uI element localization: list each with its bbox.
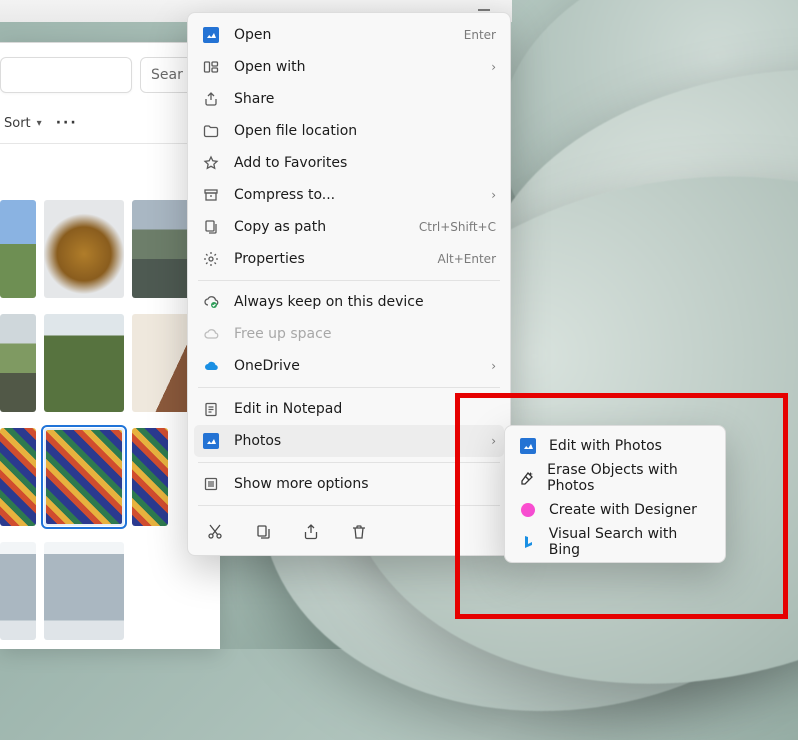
menu-item-edit-in-notepad[interactable]: Edit in Notepad bbox=[194, 393, 504, 425]
menu-label: Photos bbox=[234, 433, 477, 449]
menu-separator bbox=[198, 387, 500, 388]
menu-accelerator: Ctrl+Shift+C bbox=[419, 220, 496, 234]
image-thumbnail[interactable] bbox=[132, 428, 168, 526]
photos-app-icon bbox=[202, 432, 220, 450]
menu-item-open-with[interactable]: Open with › bbox=[194, 51, 504, 83]
chevron-right-icon: › bbox=[491, 188, 496, 202]
cloud-icon bbox=[202, 325, 220, 343]
image-thumbnail[interactable] bbox=[0, 542, 36, 640]
menu-item-photos[interactable]: Photos › bbox=[194, 425, 504, 457]
submenu-label: Erase Objects with Photos bbox=[547, 462, 711, 494]
properties-icon bbox=[202, 250, 220, 268]
menu-label: Add to Favorites bbox=[234, 155, 496, 171]
image-thumbnail[interactable] bbox=[44, 542, 124, 640]
menu-label: Always keep on this device bbox=[234, 294, 496, 310]
menu-accelerator: Alt+Enter bbox=[437, 252, 496, 266]
menu-item-properties[interactable]: Properties Alt+Enter bbox=[194, 243, 504, 275]
more-button[interactable]: ··· bbox=[56, 115, 78, 131]
menu-item-share[interactable]: Share bbox=[194, 83, 504, 115]
menu-separator bbox=[198, 462, 500, 463]
address-bar[interactable] bbox=[0, 57, 132, 93]
open-with-icon bbox=[202, 58, 220, 76]
menu-label: Edit in Notepad bbox=[234, 401, 496, 417]
share-button[interactable] bbox=[298, 519, 324, 545]
menu-label: Copy as path bbox=[234, 219, 405, 235]
sort-button[interactable]: Sort ▾ bbox=[4, 116, 42, 131]
more-options-icon bbox=[202, 475, 220, 493]
menu-separator bbox=[198, 505, 500, 506]
delete-button[interactable] bbox=[346, 519, 372, 545]
submenu-item-visual-search-bing[interactable]: Visual Search with Bing bbox=[509, 526, 721, 558]
submenu-label: Create with Designer bbox=[549, 502, 697, 518]
menu-separator bbox=[198, 280, 500, 281]
menu-item-compress-to[interactable]: Compress to... › bbox=[194, 179, 504, 211]
chevron-right-icon: › bbox=[491, 359, 496, 373]
copy-button[interactable] bbox=[250, 519, 276, 545]
chevron-right-icon: › bbox=[491, 434, 496, 448]
image-thumbnail[interactable] bbox=[44, 200, 124, 298]
image-thumbnail[interactable] bbox=[0, 428, 36, 526]
submenu-label: Visual Search with Bing bbox=[549, 526, 711, 558]
star-icon bbox=[202, 154, 220, 172]
copy-path-icon bbox=[202, 218, 220, 236]
menu-label: Open with bbox=[234, 59, 477, 75]
minimize-button[interactable] bbox=[478, 9, 490, 11]
submenu-item-erase-objects[interactable]: Erase Objects with Photos bbox=[509, 462, 721, 494]
image-thumbnail[interactable] bbox=[0, 314, 36, 412]
menu-label: Show more options bbox=[234, 476, 496, 492]
menu-label: OneDrive bbox=[234, 358, 477, 374]
sort-label: Sort bbox=[4, 116, 31, 131]
context-menu-action-row bbox=[194, 511, 504, 549]
menu-item-free-up-space: Free up space bbox=[194, 318, 504, 350]
menu-label: Share bbox=[234, 91, 496, 107]
archive-icon bbox=[202, 186, 220, 204]
image-thumbnail[interactable] bbox=[0, 200, 36, 298]
cut-button[interactable] bbox=[202, 519, 228, 545]
submenu-label: Edit with Photos bbox=[549, 438, 662, 454]
photos-submenu: Edit with Photos Erase Objects with Phot… bbox=[504, 425, 726, 563]
menu-label: Free up space bbox=[234, 326, 496, 342]
menu-accelerator: Enter bbox=[464, 28, 496, 42]
menu-item-open-file-location[interactable]: Open file location bbox=[194, 115, 504, 147]
menu-label: Properties bbox=[234, 251, 423, 267]
bing-icon bbox=[519, 533, 537, 551]
eraser-icon bbox=[519, 469, 535, 487]
menu-item-add-to-favorites[interactable]: Add to Favorites bbox=[194, 147, 504, 179]
chevron-down-icon: ▾ bbox=[37, 118, 42, 129]
photos-app-icon bbox=[202, 26, 220, 44]
menu-label: Open bbox=[234, 27, 450, 43]
onedrive-icon bbox=[202, 357, 220, 375]
menu-item-copy-as-path[interactable]: Copy as path Ctrl+Shift+C bbox=[194, 211, 504, 243]
designer-icon bbox=[519, 501, 537, 519]
image-thumbnail[interactable] bbox=[44, 314, 124, 412]
menu-item-show-more-options[interactable]: Show more options bbox=[194, 468, 504, 500]
menu-label: Compress to... bbox=[234, 187, 477, 203]
menu-label: Open file location bbox=[234, 123, 496, 139]
menu-item-always-keep[interactable]: Always keep on this device bbox=[194, 286, 504, 318]
photos-app-icon bbox=[519, 437, 537, 455]
notepad-icon bbox=[202, 400, 220, 418]
share-icon bbox=[202, 90, 220, 108]
submenu-item-edit-with-photos[interactable]: Edit with Photos bbox=[509, 430, 721, 462]
cloud-keep-icon bbox=[202, 293, 220, 311]
chevron-right-icon: › bbox=[491, 60, 496, 74]
submenu-item-create-with-designer[interactable]: Create with Designer bbox=[509, 494, 721, 526]
menu-item-open[interactable]: Open Enter bbox=[194, 19, 504, 51]
menu-item-onedrive[interactable]: OneDrive › bbox=[194, 350, 504, 382]
context-menu: Open Enter Open with › Share Open file l… bbox=[187, 12, 511, 556]
folder-icon bbox=[202, 122, 220, 140]
image-thumbnail-selected[interactable] bbox=[44, 428, 124, 526]
